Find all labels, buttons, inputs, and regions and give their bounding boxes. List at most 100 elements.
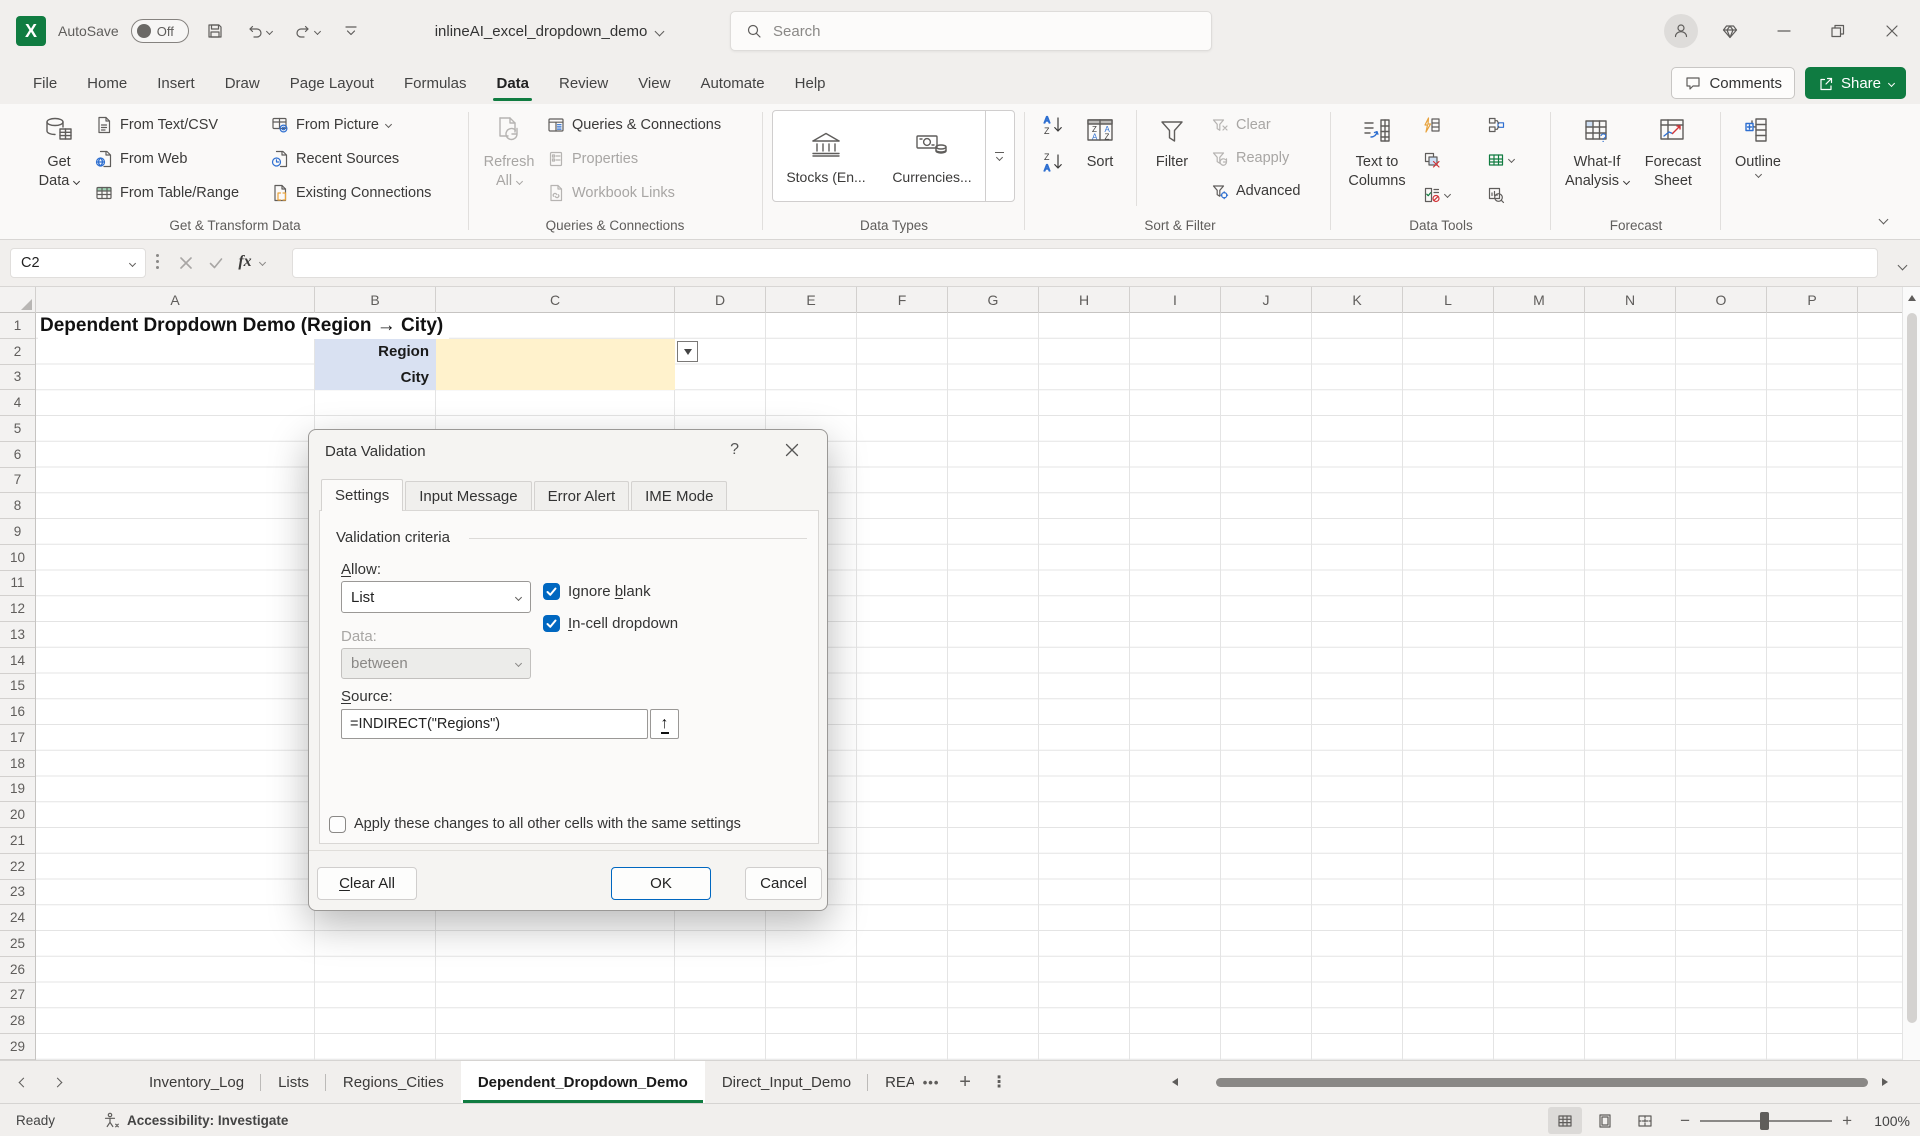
properties-button[interactable]: Properties: [542, 145, 726, 172]
cell-b3-city-label[interactable]: City: [315, 365, 436, 391]
from-web-button[interactable]: From Web: [90, 145, 244, 172]
row-header-22[interactable]: 22: [0, 854, 35, 880]
row-header-6[interactable]: 6: [0, 442, 35, 468]
column-header-F[interactable]: F: [857, 287, 948, 313]
cell-b2-region-label[interactable]: Region: [315, 339, 436, 365]
name-box[interactable]: C2: [10, 248, 146, 278]
tab-data[interactable]: Data: [481, 62, 544, 104]
row-header-20[interactable]: 20: [0, 802, 35, 828]
row-header-3[interactable]: 3: [0, 365, 35, 391]
row-header-28[interactable]: 28: [0, 1008, 35, 1034]
undo-button[interactable]: [241, 18, 277, 44]
clear-filter-button[interactable]: Clear: [1206, 111, 1306, 138]
page-break-view-button[interactable]: [1628, 1107, 1662, 1134]
row-header-24[interactable]: 24: [0, 905, 35, 931]
insert-function-button[interactable]: fx: [230, 248, 260, 276]
reapply-filter-button[interactable]: Reapply: [1206, 144, 1306, 171]
column-header-J[interactable]: J: [1221, 287, 1312, 313]
flash-fill-button[interactable]: [1418, 111, 1455, 138]
column-header-H[interactable]: H: [1039, 287, 1130, 313]
select-all-corner[interactable]: [0, 287, 36, 313]
scroll-right-icon[interactable]: [1882, 1078, 1888, 1086]
column-header-D[interactable]: D: [675, 287, 766, 313]
sheet-tab-readme-clipped[interactable]: READ: [868, 1061, 914, 1103]
search-input[interactable]: [773, 23, 1153, 40]
sheet-tab-regions-cities[interactable]: Regions_Cities: [326, 1061, 461, 1103]
cancel-button[interactable]: Cancel: [745, 867, 822, 900]
cell-a1-title[interactable]: Dependent Dropdown Demo (Region → City): [38, 313, 449, 339]
recent-sources-button[interactable]: Recent Sources: [266, 145, 436, 172]
accessibility-checker[interactable]: Accessibility: Investigate: [103, 1112, 288, 1129]
tab-ime-mode[interactable]: IME Mode: [631, 481, 727, 511]
tab-review[interactable]: Review: [544, 62, 623, 104]
row-header-15[interactable]: 15: [0, 674, 35, 700]
expand-formula-bar-button[interactable]: [1899, 256, 1906, 274]
manage-data-model-button[interactable]: [1482, 181, 1519, 208]
row-header-12[interactable]: 12: [0, 596, 35, 622]
row-header-14[interactable]: 14: [0, 648, 35, 674]
column-header-E[interactable]: E: [766, 287, 857, 313]
scroll-left-icon[interactable]: [1172, 1078, 1178, 1086]
file-name-menu[interactable]: inlineAI_excel_dropdown_demo: [435, 23, 664, 40]
normal-view-button[interactable]: [1548, 1107, 1582, 1134]
more-sheets-button[interactable]: •••: [914, 1061, 948, 1103]
stocks-data-type[interactable]: Stocks (En...: [773, 111, 879, 201]
column-header-C[interactable]: C: [436, 287, 675, 313]
zoom-slider-thumb[interactable]: [1760, 1112, 1769, 1130]
refresh-all-button[interactable]: Refresh All: [478, 109, 540, 191]
get-data-button[interactable]: Get Data: [30, 109, 88, 191]
vertical-scrollbar[interactable]: [1902, 287, 1920, 1060]
tab-insert[interactable]: Insert: [142, 62, 210, 104]
row-header-25[interactable]: 25: [0, 931, 35, 957]
apply-all-checkbox[interactable]: [329, 816, 346, 833]
currencies-data-type[interactable]: Currencies...: [879, 111, 985, 201]
share-button[interactable]: Share: [1805, 67, 1906, 99]
workbook-links-button[interactable]: Workbook Links: [542, 179, 726, 206]
row-header-18[interactable]: 18: [0, 751, 35, 777]
row-header-7[interactable]: 7: [0, 468, 35, 494]
minimize-button[interactable]: [1762, 11, 1806, 51]
ok-button[interactable]: OK: [611, 867, 711, 900]
redo-button[interactable]: [289, 18, 325, 44]
customize-quick-access-button[interactable]: [337, 18, 365, 44]
sort-descending-button[interactable]: ZA: [1038, 148, 1070, 175]
tab-help[interactable]: Help: [780, 62, 841, 104]
enter-formula-button[interactable]: [200, 248, 230, 276]
tab-draw[interactable]: Draw: [210, 62, 275, 104]
cancel-formula-button[interactable]: [170, 248, 200, 276]
row-header-16[interactable]: 16: [0, 699, 35, 725]
column-header-G[interactable]: G: [948, 287, 1039, 313]
row-header-23[interactable]: 23: [0, 880, 35, 906]
formula-input[interactable]: [292, 248, 1878, 278]
tab-page-layout[interactable]: Page Layout: [275, 62, 389, 104]
gallery-more-button[interactable]: [985, 111, 1013, 201]
from-text-csv-button[interactable]: From Text/CSV: [90, 111, 244, 138]
row-header-9[interactable]: 9: [0, 519, 35, 545]
excel-logo-icon[interactable]: X: [16, 16, 46, 46]
clear-all-button[interactable]: Clear All: [317, 867, 417, 900]
forecast-sheet-button[interactable]: Forecast Sheet: [1640, 109, 1706, 191]
comments-button[interactable]: Comments: [1671, 67, 1795, 99]
account-avatar[interactable]: [1664, 14, 1698, 48]
from-picture-button[interactable]: From Picture: [266, 111, 436, 138]
zoom-in-button[interactable]: +: [1842, 1111, 1852, 1131]
tab-home[interactable]: Home: [72, 62, 142, 104]
column-header-P[interactable]: P: [1767, 287, 1858, 313]
sheet-tab-inventory-log[interactable]: Inventory_Log: [132, 1061, 261, 1103]
from-table-range-button[interactable]: From Table/Range: [90, 179, 244, 206]
row-header-2[interactable]: 2: [0, 339, 35, 365]
data-validation-button[interactable]: [1418, 181, 1455, 208]
tab-settings[interactable]: Settings: [321, 479, 403, 511]
tab-input-message[interactable]: Input Message: [405, 481, 531, 511]
tab-view[interactable]: View: [623, 62, 685, 104]
in-cell-dropdown-button[interactable]: [677, 341, 698, 362]
sheet-tab-direct-input-demo[interactable]: Direct_Input_Demo: [705, 1061, 868, 1103]
row-header-21[interactable]: 21: [0, 828, 35, 854]
zoom-slider[interactable]: [1700, 1120, 1832, 1122]
dialog-help-button[interactable]: ?: [730, 441, 739, 459]
zoom-level[interactable]: 100%: [1858, 1113, 1910, 1129]
row-header-10[interactable]: 10: [0, 545, 35, 571]
new-sheet-button[interactable]: +: [948, 1061, 982, 1103]
sheet-nav-next-button[interactable]: [40, 1061, 74, 1103]
sheet-nav-prev-button[interactable]: [6, 1061, 40, 1103]
